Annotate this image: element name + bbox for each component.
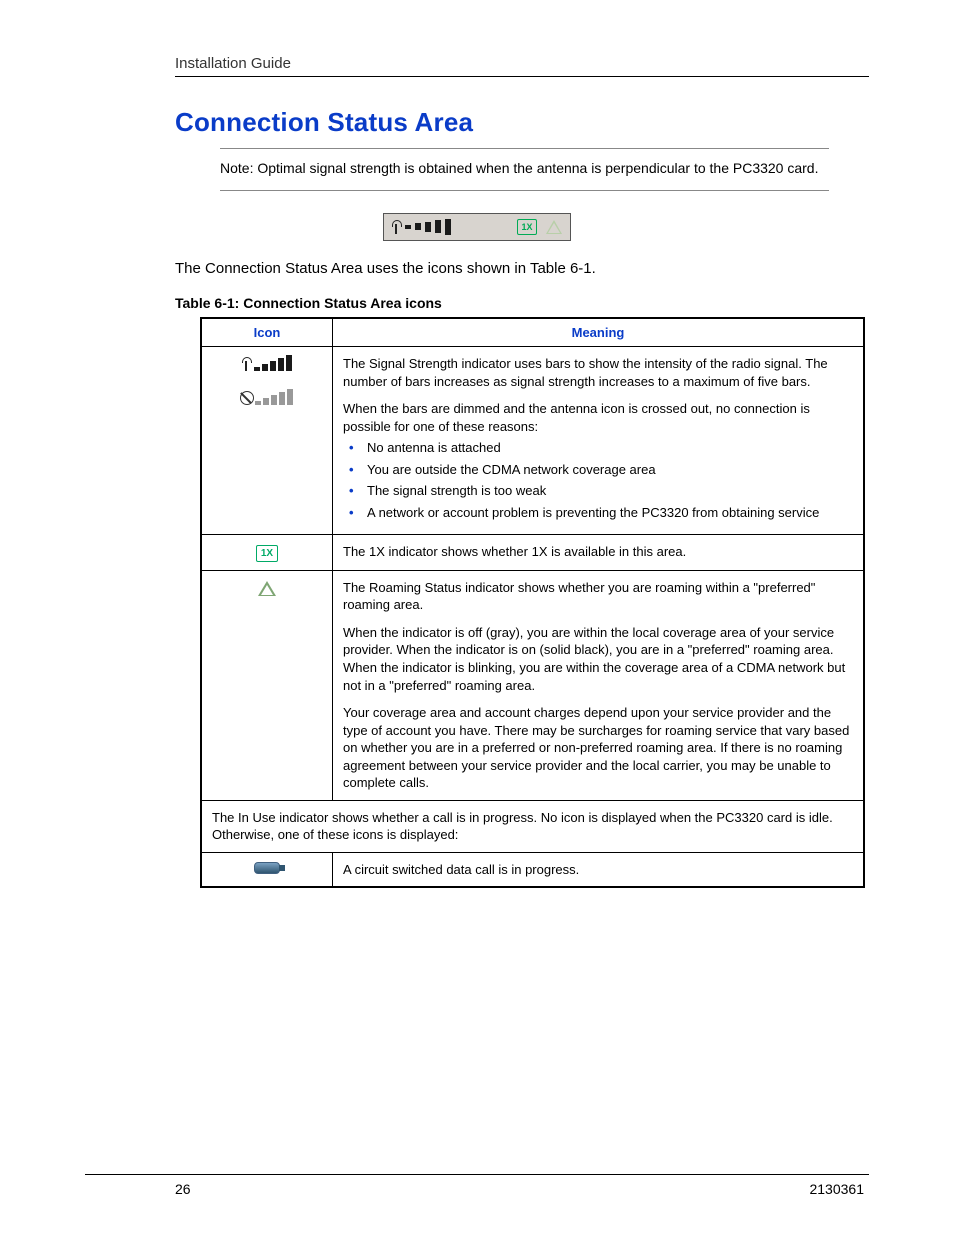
section-title: Connection Status Area [175,107,869,138]
circuit-switched-icon [254,862,280,874]
icon-cell [201,852,333,887]
icon-cell: 1X [201,534,333,570]
onex-icon: 1X [256,545,278,562]
icon-cell [201,347,333,534]
meaning-cell: A circuit switched data call is in progr… [333,852,865,887]
table-header-row: Icon Meaning [201,318,864,347]
roaming-icon [546,220,562,234]
meaning-cell: The Roaming Status indicator shows wheth… [333,570,865,800]
table-row: The Signal Strength indicator uses bars … [201,347,864,534]
signal-bar-icon [445,219,451,235]
roam-p2: When the indicator is off (gray), you ar… [343,624,853,694]
signal-strength-icon [241,355,293,371]
list-item: You are outside the CDMA network coverag… [343,461,853,479]
inuse-intro-cell: The In Use indicator shows whether a cal… [201,800,864,852]
signal-bar-icon [405,225,411,229]
signal-desc-2: When the bars are dimmed and the antenna… [343,400,853,435]
note-text: Note: Optimal signal strength is obtaine… [220,160,818,176]
onex-icon: 1X [517,219,537,235]
col-icon: Icon [201,318,333,347]
note-box: Note: Optimal signal strength is obtaine… [220,148,829,191]
page-footer: 26 2130361 [85,1164,869,1197]
header-rule [175,76,869,77]
running-header: Installation Guide [175,55,869,72]
signal-reasons-list: No antenna is attached You are outside t… [343,439,853,521]
table-row: A circuit switched data call is in progr… [201,852,864,887]
signal-bar-icon [425,222,431,232]
roaming-icon [258,581,276,596]
table-row: 1X The 1X indicator shows whether 1X is … [201,534,864,570]
table-row: The Roaming Status indicator shows wheth… [201,570,864,800]
roam-p3: Your coverage area and account charges d… [343,704,853,792]
list-item: The signal strength is too weak [343,482,853,500]
list-item: No antenna is attached [343,439,853,457]
table-row: The In Use indicator shows whether a cal… [201,800,864,852]
no-signal-icon [240,389,294,405]
icon-cell [201,570,333,800]
icons-table: Icon Meaning [200,317,865,888]
page: Installation Guide Connection Status Are… [0,0,954,1235]
meaning-cell: The Signal Strength indicator uses bars … [333,347,865,534]
intro-text: The Connection Status Area uses the icon… [175,259,869,279]
status-bar-sample: 1X [383,213,571,241]
antenna-icon [392,220,402,234]
list-item: A network or account problem is preventi… [343,504,853,522]
table-caption: Table 6-1: Connection Status Area icons [175,295,869,311]
page-number: 26 [175,1181,191,1197]
signal-bar-icon [435,220,441,233]
meaning-cell: The 1X indicator shows whether 1X is ava… [333,534,865,570]
col-meaning: Meaning [333,318,865,347]
roam-p1: The Roaming Status indicator shows wheth… [343,579,853,614]
signal-bar-icon [415,223,421,230]
signal-desc-1: The Signal Strength indicator uses bars … [343,355,853,390]
status-area-graphic: 1X [85,213,869,241]
footer-rule [85,1174,869,1175]
doc-number: 2130361 [809,1181,864,1197]
